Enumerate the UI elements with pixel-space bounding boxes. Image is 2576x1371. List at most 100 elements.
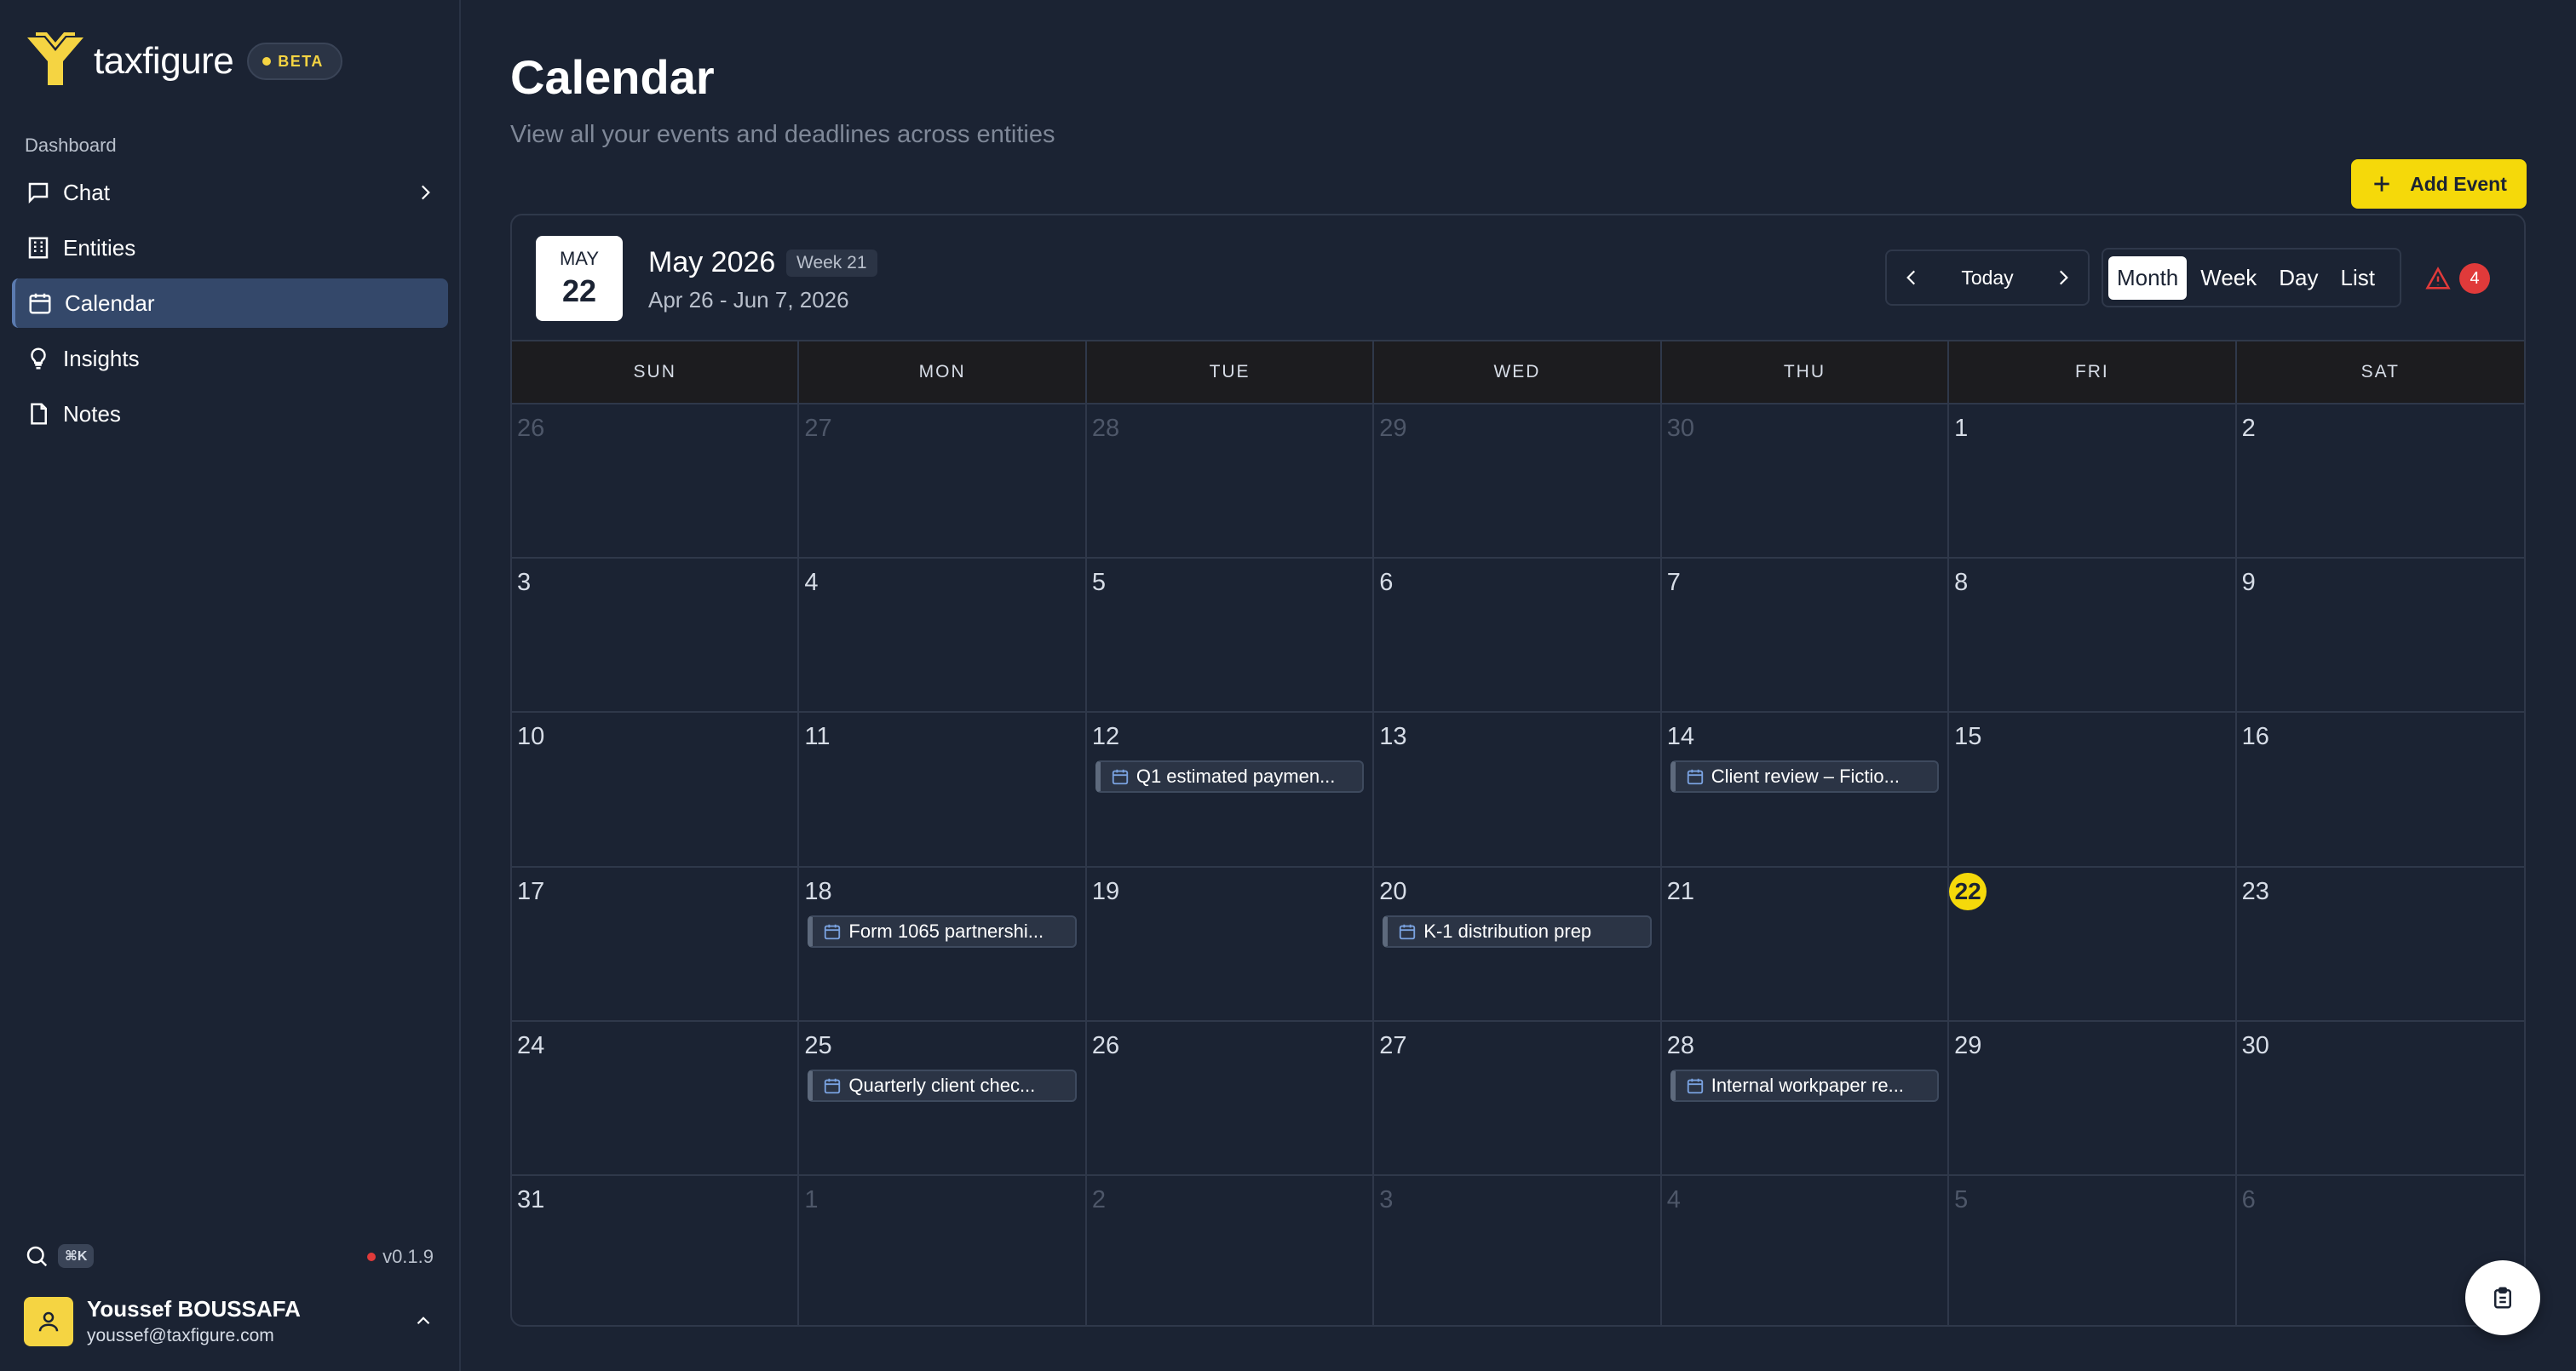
day-cell[interactable]: 27 bbox=[799, 403, 1087, 558]
day-number: 15 bbox=[1954, 723, 1982, 751]
day-cell[interactable]: 21 bbox=[1661, 865, 1950, 1020]
add-event-button[interactable]: Add Event bbox=[2351, 159, 2527, 209]
badge-month: MAY bbox=[559, 248, 600, 269]
day-number: 4 bbox=[1666, 1185, 1681, 1213]
day-cell[interactable]: 4 bbox=[1661, 1173, 1950, 1325]
user-menu[interactable]: Youssef BOUSSAFA youssef@taxfigure.com bbox=[24, 1296, 301, 1346]
day-number: 20 bbox=[1379, 877, 1407, 905]
version-indicator: v0.1.9 bbox=[367, 1246, 434, 1268]
event-title: Quarterly client chec... bbox=[848, 1074, 1036, 1096]
event-chip[interactable]: Client review – Fictio... bbox=[1670, 760, 1940, 794]
day-cell[interactable]: 19 bbox=[1086, 865, 1375, 1020]
day-cell[interactable]: 26 bbox=[512, 403, 800, 558]
shortcut-badge: ⌘K bbox=[58, 1244, 95, 1268]
chevron-left-icon[interactable] bbox=[1900, 267, 1923, 289]
day-cell[interactable]: 8 bbox=[1949, 557, 2237, 712]
day-cell[interactable]: 30 bbox=[1661, 403, 1950, 558]
search-icon bbox=[26, 1246, 48, 1267]
day-cell[interactable]: 11 bbox=[799, 711, 1087, 866]
clipboard-fab-button[interactable] bbox=[2465, 1260, 2540, 1335]
day-cell[interactable]: 16 bbox=[2236, 711, 2524, 865]
sidebar-item-entities[interactable]: Entities bbox=[12, 223, 448, 272]
period-navigation: Today bbox=[1885, 250, 2090, 306]
day-number: 14 bbox=[1666, 723, 1694, 751]
day-cell[interactable]: 18 Form 1065 partnershi... bbox=[799, 865, 1087, 1020]
weekday-label: SAT bbox=[2360, 362, 2400, 381]
view-month-button[interactable]: Month bbox=[2108, 255, 2188, 300]
day-cell[interactable]: 10 bbox=[512, 711, 800, 866]
event-chip[interactable]: Internal workpaper re... bbox=[1670, 1069, 1940, 1102]
day-cell[interactable]: 31 bbox=[512, 1173, 800, 1325]
today-button[interactable]: Today bbox=[1961, 267, 2013, 290]
weekday-label: SUN bbox=[512, 341, 800, 403]
view-list-button[interactable]: List bbox=[2332, 256, 2383, 300]
day-cell[interactable]: 9 bbox=[2236, 557, 2524, 711]
event-chip[interactable]: Form 1065 partnershi... bbox=[808, 915, 1077, 948]
sidebar-section-label: Dashboard bbox=[25, 135, 117, 156]
view-day-button[interactable]: Day bbox=[2270, 256, 2326, 300]
calendar-header: MAY 22 May 2026 Week 21 Apr 26 - Jun 7, … bbox=[512, 215, 2524, 340]
day-cell[interactable]: 1 bbox=[1949, 403, 2237, 558]
day-cell[interactable]: 3 bbox=[1374, 1173, 1662, 1325]
brand[interactable]: taxfigure BETA bbox=[24, 32, 342, 90]
day-cell[interactable]: 28 bbox=[1086, 403, 1375, 558]
day-cell[interactable]: 30 bbox=[2236, 1019, 2524, 1174]
month-title: May 2026 bbox=[648, 246, 776, 278]
calendar-icon bbox=[1687, 770, 1703, 785]
chevron-up-icon[interactable] bbox=[412, 1310, 434, 1332]
day-cell[interactable]: 20 K-1 distribution prep bbox=[1374, 865, 1662, 1020]
day-number: 30 bbox=[1666, 415, 1694, 442]
day-number: 1 bbox=[1954, 415, 1969, 442]
weekday-header: SUN MON TUE WED THU FRI SAT bbox=[512, 340, 2524, 403]
day-cell[interactable]: 29 bbox=[1374, 403, 1662, 558]
view-week-button[interactable]: Week bbox=[2192, 256, 2265, 300]
day-number: 5 bbox=[1954, 1185, 1969, 1213]
day-cell[interactable]: 1 bbox=[799, 1173, 1087, 1325]
day-cell[interactable]: 6 bbox=[1374, 557, 1662, 712]
day-cell[interactable]: 22 bbox=[1949, 865, 2237, 1020]
day-cell[interactable]: 13 bbox=[1374, 711, 1662, 866]
weekday-label: THU bbox=[1662, 341, 1950, 403]
day-cell[interactable]: 28 Internal workpaper re... bbox=[1661, 1019, 1950, 1174]
day-number: 5 bbox=[1091, 569, 1106, 597]
event-chip[interactable]: K-1 distribution prep bbox=[1383, 915, 1652, 948]
calendar-icon bbox=[1400, 924, 1416, 939]
alerts-button[interactable]: 4 bbox=[2425, 263, 2490, 294]
event-chip[interactable]: Quarterly client chec... bbox=[808, 1069, 1077, 1102]
day-cell[interactable]: 12 Q1 estimated paymen... bbox=[1086, 711, 1375, 866]
building-icon bbox=[28, 237, 49, 259]
sidebar-item-label: Insights bbox=[63, 345, 140, 371]
sidebar-item-chat[interactable]: Chat bbox=[12, 168, 448, 217]
day-cell[interactable]: 2 bbox=[2236, 403, 2524, 557]
plus-icon bbox=[2374, 176, 2389, 192]
event-chip[interactable]: Q1 estimated paymen... bbox=[1095, 760, 1365, 794]
day-cell[interactable]: 7 bbox=[1661, 557, 1950, 712]
day-cell[interactable]: 2 bbox=[1086, 1173, 1375, 1325]
beta-badge-label: BETA bbox=[278, 52, 324, 70]
day-cell[interactable]: 3 bbox=[512, 557, 800, 712]
day-cell[interactable]: 4 bbox=[799, 557, 1087, 712]
day-cell[interactable]: 23 bbox=[2236, 865, 2524, 1020]
day-cell[interactable]: 27 bbox=[1374, 1019, 1662, 1174]
day-cell[interactable]: 25 Quarterly client chec... bbox=[799, 1019, 1087, 1174]
sidebar-item-calendar[interactable]: Calendar bbox=[12, 278, 448, 328]
calendar-icon bbox=[29, 293, 51, 314]
chevron-right-icon[interactable] bbox=[2052, 267, 2074, 289]
day-cell[interactable]: 24 bbox=[512, 1019, 800, 1174]
day-number: 27 bbox=[804, 415, 832, 442]
command-search[interactable]: ⌘K bbox=[24, 1243, 95, 1269]
sidebar-item-notes[interactable]: Notes bbox=[12, 389, 448, 439]
day-cell[interactable]: 14 Client review – Fictio... bbox=[1661, 711, 1950, 866]
page-title: Calendar bbox=[510, 50, 715, 104]
day-cell[interactable]: 15 bbox=[1949, 711, 2237, 866]
day-cell[interactable]: 5 bbox=[1086, 557, 1375, 712]
day-number: 18 bbox=[804, 877, 832, 905]
day-cell[interactable]: 5 bbox=[1949, 1173, 2237, 1325]
day-number: 23 bbox=[2241, 877, 2269, 905]
day-number: 7 bbox=[1666, 569, 1681, 597]
calendar-icon bbox=[1112, 770, 1129, 785]
day-cell[interactable]: 17 bbox=[512, 865, 800, 1020]
day-cell[interactable]: 29 bbox=[1949, 1019, 2237, 1174]
sidebar-item-insights[interactable]: Insights bbox=[12, 334, 448, 383]
day-cell[interactable]: 26 bbox=[1086, 1019, 1375, 1174]
